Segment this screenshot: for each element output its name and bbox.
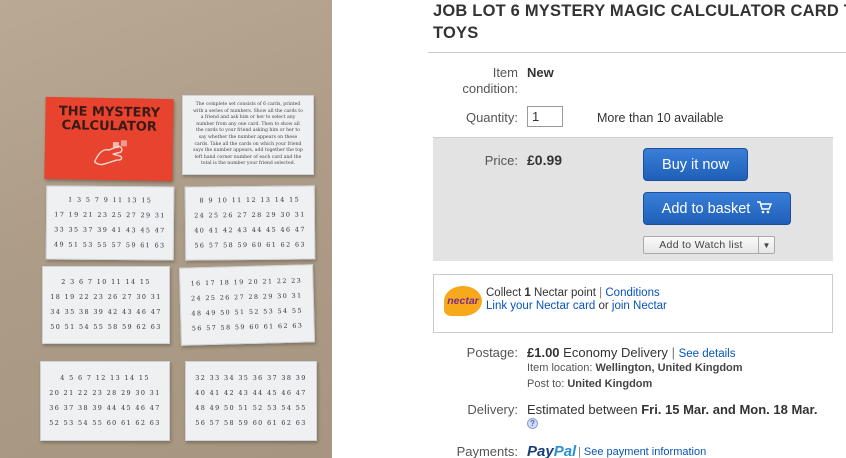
number-card-1: 1 3 5 7 9 11 13 15 17 19 21 23 25 27 29 … [45, 185, 175, 261]
postage-price: £1.00 [527, 345, 560, 360]
number-card-5: 4 5 6 7 12 13 14 15 20 21 22 23 28 29 30… [40, 361, 170, 441]
number-card-4: 16 17 18 19 20 21 22 23 24 25 26 27 28 2… [179, 264, 315, 346]
number-card-2: 8 9 10 11 12 13 14 15 24 25 26 27 28 29 … [184, 185, 316, 261]
link-nectar-card-link[interactable]: Link your Nectar card [486, 300, 595, 312]
item-location: Item location: Wellington, United Kingdo… [527, 362, 743, 374]
card-row: 32 33 34 35 36 37 38 39 [195, 374, 307, 382]
paypal-pay: Pay [527, 443, 554, 458]
buy-it-now-label: Buy it now [662, 156, 729, 173]
number-card-3: 2 3 6 7 10 11 14 15 18 19 22 23 26 27 30… [42, 266, 170, 344]
title-divider [428, 52, 846, 53]
paypal-logo: PayPal [527, 443, 576, 458]
nectar-collect-prefix: Collect [486, 287, 525, 299]
card-row: 52 53 54 55 60 61 62 63 [49, 419, 161, 427]
envelope: THE MYSTERY CALCULATOR [44, 96, 174, 182]
postage-method: Economy Delivery [563, 345, 668, 360]
delivery-value: Estimated between Fri. 15 Mar. and Mon. … [527, 402, 817, 418]
price-label: Price: [484, 153, 518, 168]
separator: | [578, 446, 581, 458]
add-to-basket-button[interactable]: Add to basket [643, 192, 791, 225]
condition-label: Item condition: [462, 65, 518, 96]
listing-title: JOB LOT 6 MYSTERY MAGIC CALCULATOR CARD … [433, 0, 846, 44]
nectar-link-text: Link your Nectar card or join Nectar [486, 300, 667, 312]
delivery-label: Delivery: [467, 402, 518, 417]
delivery-range: Fri. 15 Mar. and Mon. 18 Mar. [641, 402, 818, 417]
envelope-title-line2: CALCULATOR [61, 118, 157, 135]
title-line-2: TOYS [433, 24, 479, 42]
buy-it-now-button[interactable]: Buy it now [643, 148, 748, 181]
info-icon[interactable]: ? [527, 418, 538, 429]
nectar-collect-text: Collect 1 Nectar point | Conditions [486, 287, 660, 299]
card-row: 40 41 42 43 44 45 46 47 [195, 389, 307, 397]
card-row: 56 57 58 59 60 61 62 63 [194, 240, 306, 250]
hand-illustration [93, 140, 127, 166]
nectar-box: nectar Collect 1 Nectar point | Conditio… [433, 274, 833, 333]
add-to-basket-label: Add to basket [661, 200, 751, 217]
card-row: 33 35 37 39 41 43 45 47 [54, 225, 166, 235]
postage-label: Postage: [466, 345, 518, 360]
post-to: Post to: United Kingdom [527, 378, 652, 390]
quantity-label: Quantity: [465, 110, 518, 125]
card-row: 8 9 10 11 12 13 14 15 [199, 195, 301, 205]
separator: | [599, 287, 603, 299]
card-row: 56 57 58 59 60 61 62 63 [191, 321, 304, 333]
price-value: £0.99 [527, 152, 563, 168]
product-photo[interactable]: THE MYSTERY CALCULATOR The complete set … [0, 0, 332, 458]
card-row: 2 3 6 7 10 11 14 15 [61, 278, 151, 286]
postage-value: £1.00 Economy Delivery | See details [527, 345, 735, 362]
instruction-card: The complete set consists of 6 cards, pr… [182, 95, 314, 175]
card-row: 24 25 26 27 28 29 30 31 [194, 210, 306, 220]
nectar-or: or [595, 300, 612, 312]
card-row: 4 5 6 7 12 13 14 15 [60, 374, 150, 382]
separator: | [671, 345, 675, 360]
join-nectar-link[interactable]: join Nectar [612, 300, 667, 312]
see-details-link[interactable]: See details [679, 348, 736, 360]
title-line-1: JOB LOT 6 MYSTERY MAGIC CALCULATOR CARD … [433, 2, 846, 20]
number-card-6: 32 33 34 35 36 37 38 39 40 41 42 43 44 4… [185, 361, 317, 441]
card-row: 18 19 22 23 26 27 30 31 [50, 293, 162, 301]
watch-list-button[interactable]: Add to Watch list ▼ [643, 236, 775, 254]
card-row: 20 21 22 23 28 29 30 31 [49, 389, 161, 397]
card-row: 1 3 5 7 9 11 13 15 [68, 195, 153, 205]
post-to-value: United Kingdom [567, 378, 653, 390]
cart-icon [756, 200, 773, 217]
paypal-pal: Pal [553, 443, 577, 458]
card-row: 49 51 53 55 57 59 61 63 [54, 240, 166, 250]
see-payment-info-link[interactable]: See payment information [584, 446, 706, 458]
item-location-label: Item location: [527, 362, 593, 374]
delivery-prefix: Estimated between [527, 402, 642, 417]
watch-list-label: Add to Watch list [659, 239, 743, 251]
item-location-value: Wellington, United Kingdom [595, 362, 743, 374]
payment-info: | See payment information [578, 446, 706, 458]
chevron-down-icon[interactable]: ▼ [758, 237, 774, 253]
post-to-label: Post to: [527, 378, 565, 390]
card-row: 34 35 38 39 42 43 46 47 [50, 308, 162, 316]
condition-value: New [527, 65, 554, 80]
card-row: 17 19 21 23 25 27 29 31 [54, 210, 166, 220]
payments-label: Payments: [456, 444, 518, 458]
card-row: 48 49 50 51 52 53 54 55 [195, 404, 307, 412]
nectar-collect-suffix: Nectar point [530, 287, 596, 299]
card-row: 36 37 38 39 44 45 46 47 [49, 404, 161, 412]
card-row: 40 41 42 43 44 45 46 47 [194, 225, 306, 235]
card-row: 50 51 54 55 58 59 62 63 [50, 323, 162, 331]
quantity-input[interactable] [527, 106, 563, 127]
availability-text: More than 10 available [597, 111, 724, 125]
nectar-conditions-link[interactable]: Conditions [605, 287, 659, 299]
nectar-logo: nectar [444, 286, 482, 316]
card-row: 56 57 58 59 60 61 62 63 [195, 419, 307, 427]
